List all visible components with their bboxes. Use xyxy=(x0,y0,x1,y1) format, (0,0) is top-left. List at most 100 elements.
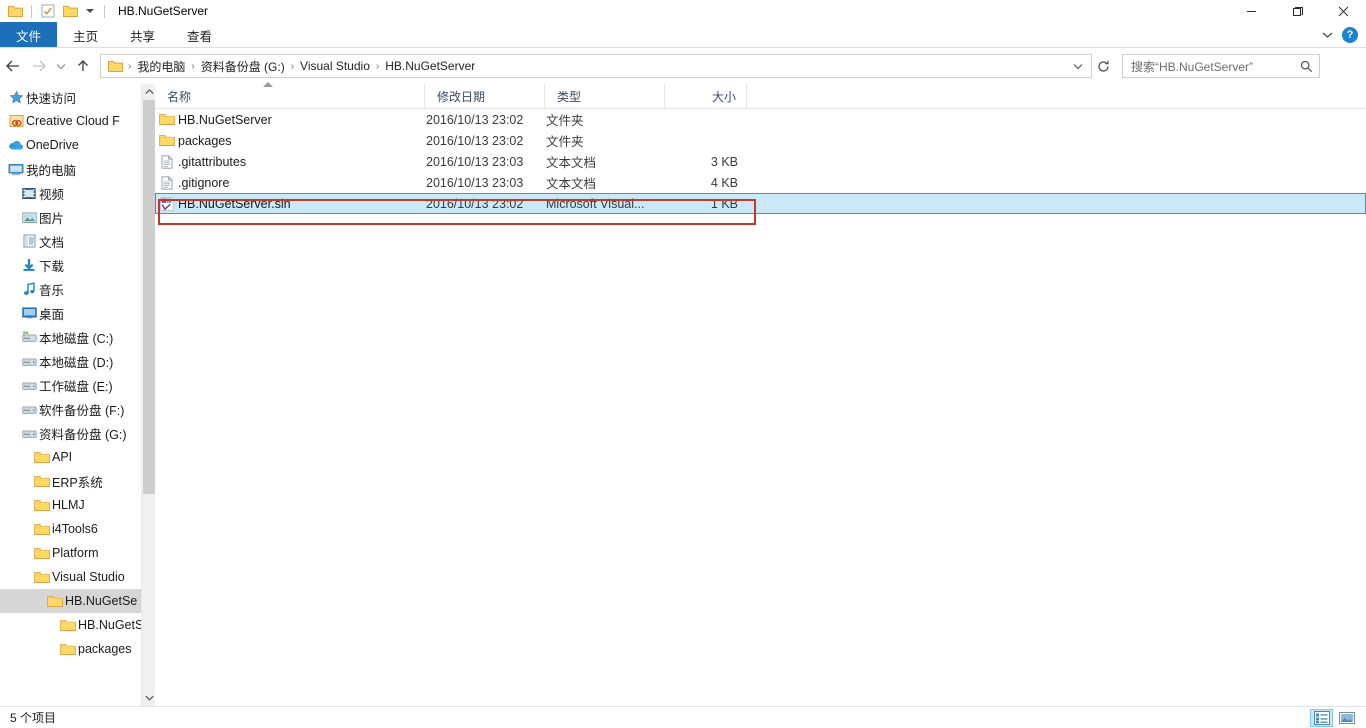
breadcrumb-separator-3: › xyxy=(375,60,380,72)
sidebar-item-12[interactable]: 工作磁盘 (E:) xyxy=(0,373,155,397)
toolbar-separator xyxy=(31,4,32,18)
scroll-up-icon[interactable] xyxy=(142,84,155,100)
large-icons-view-button[interactable] xyxy=(1335,709,1358,727)
cloud-icon xyxy=(6,139,26,152)
table-row[interactable]: .gitattributes 2016/10/13 23:03 文本文档 3 KB xyxy=(155,151,1366,172)
column-header-date[interactable]: 修改日期 xyxy=(425,83,545,109)
column-header-size[interactable]: 大小 xyxy=(665,83,747,109)
sidebar-item-label: HB.NuGetSe xyxy=(65,594,138,608)
sidebar-item-17[interactable]: HLMJ xyxy=(0,493,155,517)
address-dropdown-icon[interactable] xyxy=(1067,55,1089,77)
sidebar-item-label: Visual Studio xyxy=(52,570,125,584)
address-bar-row: › 我的电脑 › 资料备份盘 (G:) › Visual Studio › HB… xyxy=(0,52,1366,80)
file-name-label: .gitignore xyxy=(178,175,230,190)
sidebar-item-10[interactable]: 本地磁盘 (C:) xyxy=(0,325,155,349)
table-row[interactable]: HB.NuGetServer.sln 2016/10/13 23:02 Micros… xyxy=(155,193,1366,214)
sidebar-item-3[interactable]: 我的电脑 xyxy=(0,157,155,181)
address-folder-icon xyxy=(106,60,124,73)
search-box[interactable]: 搜索“HB.NuGetServer” xyxy=(1122,54,1320,78)
tab-view[interactable]: 查看 xyxy=(171,22,228,48)
maximize-button[interactable] xyxy=(1274,0,1320,22)
folder-icon xyxy=(32,499,52,512)
sidebar-item-9[interactable]: 桌面 xyxy=(0,301,155,325)
sidebar-item-7[interactable]: 下载 xyxy=(0,253,155,277)
ribbon-tabs: 文件 主页 共享 查看 xyxy=(0,22,228,48)
help-icon[interactable]: ? xyxy=(1342,27,1358,43)
folder-icon xyxy=(58,643,78,656)
sidebar-item-11[interactable]: 本地磁盘 (D:) xyxy=(0,349,155,373)
sidebar-item-14[interactable]: 资料备份盘 (G:) xyxy=(0,421,155,445)
column-header-type[interactable]: 类型 xyxy=(545,83,665,109)
sidebar-item-8[interactable]: 音乐 xyxy=(0,277,155,301)
search-icon[interactable] xyxy=(1297,60,1315,73)
sidebar-item-0[interactable]: 快速访问 xyxy=(0,85,155,109)
sidebar-item-1[interactable]: Creative Cloud F xyxy=(0,109,155,133)
tab-file[interactable]: 文件 xyxy=(0,22,58,48)
sidebar-item-16[interactable]: ERP系统 xyxy=(0,469,155,493)
sidebar-item-label: Creative Cloud F xyxy=(26,114,120,128)
cell-date: 2016/10/13 23:03 xyxy=(426,154,524,169)
ribbon-right-controls: ? xyxy=(1316,22,1366,48)
chevron-down-icon[interactable] xyxy=(1316,24,1338,46)
breadcrumb-separator-2: › xyxy=(290,60,295,72)
sidebar-item-20[interactable]: Visual Studio xyxy=(0,565,155,589)
sidebar-item-label: 本地磁盘 (D:) xyxy=(39,355,114,370)
sidebar-item-22[interactable]: HB.NuGetS xyxy=(0,613,155,637)
table-row[interactable]: packages 2016/10/13 23:02 文件夹 xyxy=(155,130,1366,151)
cell-name: .gitignore xyxy=(156,176,426,190)
sidebar-item-2[interactable]: OneDrive xyxy=(0,133,155,157)
tab-home[interactable]: 主页 xyxy=(57,22,114,48)
cell-date: 2016/10/13 23:03 xyxy=(426,175,524,190)
sidebar-item-5[interactable]: 图片 xyxy=(0,205,155,229)
sidebar-item-label: 软件备份盘 (F:) xyxy=(39,403,125,418)
up-button[interactable] xyxy=(70,53,96,79)
close-button[interactable] xyxy=(1320,0,1366,22)
file-name-label: HB.NuGetServer xyxy=(178,112,272,127)
sidebar-item-label: HB.NuGetS xyxy=(78,618,144,632)
document-icon xyxy=(19,234,39,248)
forward-button[interactable] xyxy=(26,53,52,79)
tab-share[interactable]: 共享 xyxy=(114,22,171,48)
view-mode-buttons xyxy=(1310,708,1366,727)
sidebar-item-label: i4Tools6 xyxy=(52,522,98,536)
sidebar-item-13[interactable]: 软件备份盘 (F:) xyxy=(0,397,155,421)
navigation-scrollbar[interactable] xyxy=(141,84,155,706)
sidebar-item-15[interactable]: API xyxy=(0,445,155,469)
sidebar-item-label: 资料备份盘 (G:) xyxy=(39,427,127,442)
address-bar[interactable]: › 我的电脑 › 资料备份盘 (G:) › Visual Studio › HB… xyxy=(100,54,1092,78)
new-folder-icon[interactable] xyxy=(61,2,79,20)
recent-locations-button[interactable] xyxy=(52,53,70,79)
breadcrumb-item-2[interactable]: Visual Studio xyxy=(297,59,373,73)
cell-name: HB.NuGetServer.sln xyxy=(156,197,426,211)
table-row[interactable]: .gitignore 2016/10/13 23:03 文本文档 4 KB xyxy=(155,172,1366,193)
cell-name: HB.NuGetServer xyxy=(156,113,426,127)
sidebar-item-23[interactable]: packages xyxy=(0,637,155,661)
folder-icon[interactable] xyxy=(6,2,24,20)
minimize-button[interactable] xyxy=(1228,0,1274,22)
cell-name: .gitattributes xyxy=(156,155,426,169)
sidebar-item-21[interactable]: HB.NuGetSe xyxy=(0,589,155,613)
back-button[interactable] xyxy=(0,53,26,79)
breadcrumb-item-3[interactable]: HB.NuGetServer xyxy=(382,59,478,73)
search-input[interactable]: 搜索“HB.NuGetServer” xyxy=(1131,58,1297,75)
sidebar-item-18[interactable]: i4Tools6 xyxy=(0,517,155,541)
cell-type: Microsoft Visual... xyxy=(546,196,645,211)
details-view-button[interactable] xyxy=(1310,708,1333,727)
sidebar-item-4[interactable]: 视频 xyxy=(0,181,155,205)
sidebar-item-19[interactable]: Platform xyxy=(0,541,155,565)
refresh-button[interactable] xyxy=(1092,55,1114,77)
breadcrumb-item-1[interactable]: 资料备份盘 (G:) xyxy=(198,58,288,75)
folder-icon xyxy=(58,619,78,632)
breadcrumb-item-0[interactable]: 我的电脑 xyxy=(134,58,188,75)
cell-size: 3 KB xyxy=(710,154,738,169)
table-row[interactable]: HB.NuGetServer 2016/10/13 23:02 文件夹 xyxy=(155,109,1366,130)
sort-ascending-icon xyxy=(263,81,273,87)
properties-icon[interactable] xyxy=(39,2,57,20)
scroll-down-icon[interactable] xyxy=(142,690,155,706)
sidebar-item-6[interactable]: 文档 xyxy=(0,229,155,253)
scrollbar-thumb[interactable] xyxy=(143,100,155,494)
sidebar-item-label: HLMJ xyxy=(52,498,85,512)
quick-access-dropdown-icon[interactable] xyxy=(86,9,94,13)
column-header-name[interactable]: 名称 xyxy=(155,81,425,109)
file-name-label: .gitattributes xyxy=(178,154,247,169)
